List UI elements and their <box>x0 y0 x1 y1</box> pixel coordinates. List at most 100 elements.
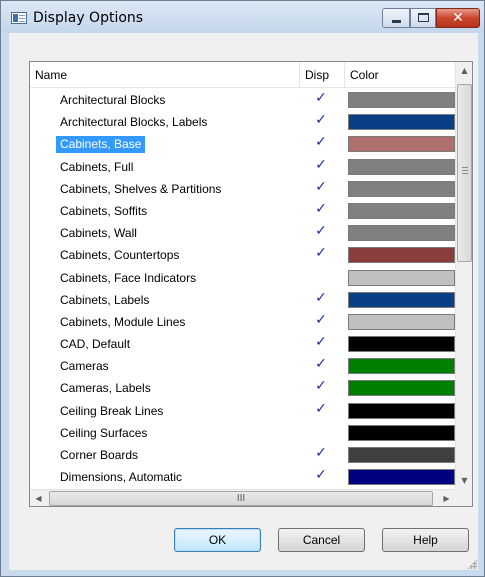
color-swatch[interactable] <box>348 336 455 353</box>
row-name: Architectural Blocks <box>60 93 166 107</box>
color-swatch[interactable] <box>348 447 455 463</box>
row-name: Cabinets, Wall <box>60 226 137 241</box>
checkmark-icon[interactable]: ✓ <box>314 290 328 306</box>
list-row[interactable]: Dimensions, Automatic ✓ <box>30 466 455 488</box>
color-swatch[interactable] <box>348 180 455 197</box>
checkmark-icon[interactable]: ✓ <box>314 223 328 239</box>
list-row[interactable]: Cabinets, Shelves & Partitions ✓ <box>30 178 455 200</box>
list-row[interactable]: Ceiling Surfaces <box>30 422 455 444</box>
checkmark-icon[interactable]: ✓ <box>314 90 328 106</box>
checkmark-icon[interactable]: ✓ <box>314 445 328 461</box>
checkmark-icon[interactable]: ✓ <box>314 179 328 195</box>
checkmark-icon[interactable]: ✓ <box>314 134 328 150</box>
help-button[interactable]: Help <box>382 528 469 552</box>
color-swatch[interactable] <box>348 202 455 219</box>
checkmark-icon[interactable]: ✓ <box>314 467 328 483</box>
color-swatch[interactable] <box>348 402 455 419</box>
vertical-scroll-thumb[interactable] <box>457 84 472 262</box>
list-row[interactable]: Cabinets, Countertops ✓ <box>30 244 455 266</box>
scrollbar-corner <box>455 489 472 506</box>
scroll-down-arrow-icon[interactable]: ▼ <box>456 472 472 489</box>
row-name: Ceiling Break Lines <box>60 403 164 418</box>
row-name: Cabinets, Face Indicators <box>60 270 197 285</box>
column-header-name[interactable]: Name <box>30 62 300 88</box>
checkmark-icon[interactable]: ✓ <box>314 401 328 417</box>
row-name: Architectural Blocks, Labels <box>60 115 208 130</box>
ok-button[interactable]: OK <box>174 528 261 552</box>
list-row[interactable]: Cabinets, Full ✓ <box>30 156 455 178</box>
row-name: Cameras <box>60 359 109 374</box>
maximize-button[interactable] <box>410 8 436 28</box>
color-swatch[interactable] <box>348 469 455 486</box>
list-row[interactable]: Cabinets, Labels ✓ <box>30 289 455 311</box>
checkmark-icon[interactable]: ✓ <box>314 356 328 372</box>
column-header-disp[interactable]: Disp <box>300 62 345 88</box>
row-name: Ceiling Surfaces <box>60 425 148 440</box>
close-icon: ✕ <box>452 10 464 26</box>
minimize-button[interactable] <box>382 8 410 28</box>
list-row[interactable]: Cameras, Labels ✓ <box>30 377 455 399</box>
color-swatch[interactable] <box>348 158 455 175</box>
window-title: Display Options <box>33 10 144 26</box>
minimize-icon <box>392 20 401 23</box>
row-name: Corner Boards <box>60 448 139 462</box>
scroll-left-arrow-icon[interactable]: ◀ <box>30 490 47 506</box>
app-icon <box>11 12 27 24</box>
list-row[interactable]: Cabinets, Soffits ✓ <box>30 200 455 222</box>
color-swatch[interactable] <box>348 114 455 131</box>
title-bar[interactable]: Display Options ✕ <box>1 1 484 33</box>
color-swatch[interactable] <box>348 424 455 441</box>
color-swatch[interactable] <box>348 136 455 153</box>
checkmark-icon[interactable]: ✓ <box>314 201 328 217</box>
color-swatch[interactable] <box>348 269 455 286</box>
cancel-button[interactable]: Cancel <box>278 528 365 552</box>
color-swatch[interactable] <box>348 225 455 242</box>
checkmark-icon[interactable]: ✓ <box>314 157 328 173</box>
list-header: Name Disp Color <box>30 62 455 88</box>
layer-list[interactable]: Name Disp Color Architectural Blocks ✓ Arc… <box>29 61 473 507</box>
close-button[interactable]: ✕ <box>436 8 480 28</box>
checkmark-icon[interactable]: ✓ <box>314 378 328 394</box>
list-row[interactable]: Cabinets, Wall ✓ <box>30 222 455 244</box>
list-rows: Architectural Blocks ✓ Architectural Block… <box>30 89 455 488</box>
row-name: Cabinets, Module Lines <box>60 314 186 329</box>
color-swatch[interactable] <box>348 313 455 330</box>
color-swatch[interactable] <box>348 92 455 108</box>
checkmark-icon[interactable]: ✓ <box>314 245 328 261</box>
column-header-color[interactable]: Color <box>345 62 455 88</box>
color-swatch[interactable] <box>348 380 455 397</box>
checkmark-icon[interactable]: ✓ <box>314 334 328 350</box>
color-swatch[interactable] <box>348 358 455 375</box>
row-name: Cabinets, Base <box>56 136 146 154</box>
thumb-grip <box>462 170 468 171</box>
vertical-scrollbar[interactable]: ▲ ▼ <box>455 62 472 489</box>
horizontal-scroll-thumb[interactable]: III <box>49 491 433 506</box>
list-row[interactable]: Ceiling Break Lines ✓ <box>30 400 455 422</box>
maximize-icon <box>418 13 429 22</box>
list-row[interactable]: Corner Boards ✓ <box>30 444 455 466</box>
row-name: Cabinets, Shelves & Partitions <box>60 181 222 196</box>
row-name: CAD, Default <box>60 337 131 352</box>
display-options-dialog: Display Options ✕ Name Disp Color Archit… <box>0 0 485 577</box>
list-row[interactable]: Cabinets, Base ✓ <box>30 133 455 155</box>
list-row[interactable]: Architectural Blocks, Labels ✓ <box>30 111 455 133</box>
row-name: Dimensions, Automatic <box>60 470 183 485</box>
row-name: Cameras, Labels <box>60 381 151 396</box>
horizontal-scrollbar[interactable]: ◀ III ▶ <box>30 489 455 506</box>
row-name: Cabinets, Soffits <box>60 203 148 218</box>
scroll-up-arrow-icon[interactable]: ▲ <box>456 62 472 79</box>
thumb-grip <box>462 173 468 174</box>
list-row[interactable]: Architectural Blocks ✓ <box>30 89 455 111</box>
checkmark-icon[interactable]: ✓ <box>314 112 328 128</box>
row-name: Cabinets, Countertops <box>60 248 180 263</box>
color-swatch[interactable] <box>348 247 455 264</box>
row-name: Cabinets, Labels <box>60 292 150 307</box>
scroll-right-arrow-icon[interactable]: ▶ <box>438 490 455 506</box>
list-row[interactable]: Cameras ✓ <box>30 355 455 377</box>
checkmark-icon[interactable]: ✓ <box>314 312 328 328</box>
list-row[interactable]: Cabinets, Face Indicators <box>30 267 455 289</box>
list-row[interactable]: Cabinets, Module Lines ✓ <box>30 311 455 333</box>
thumb-grip <box>462 167 468 168</box>
color-swatch[interactable] <box>348 291 455 308</box>
list-row[interactable]: CAD, Default ✓ <box>30 333 455 355</box>
